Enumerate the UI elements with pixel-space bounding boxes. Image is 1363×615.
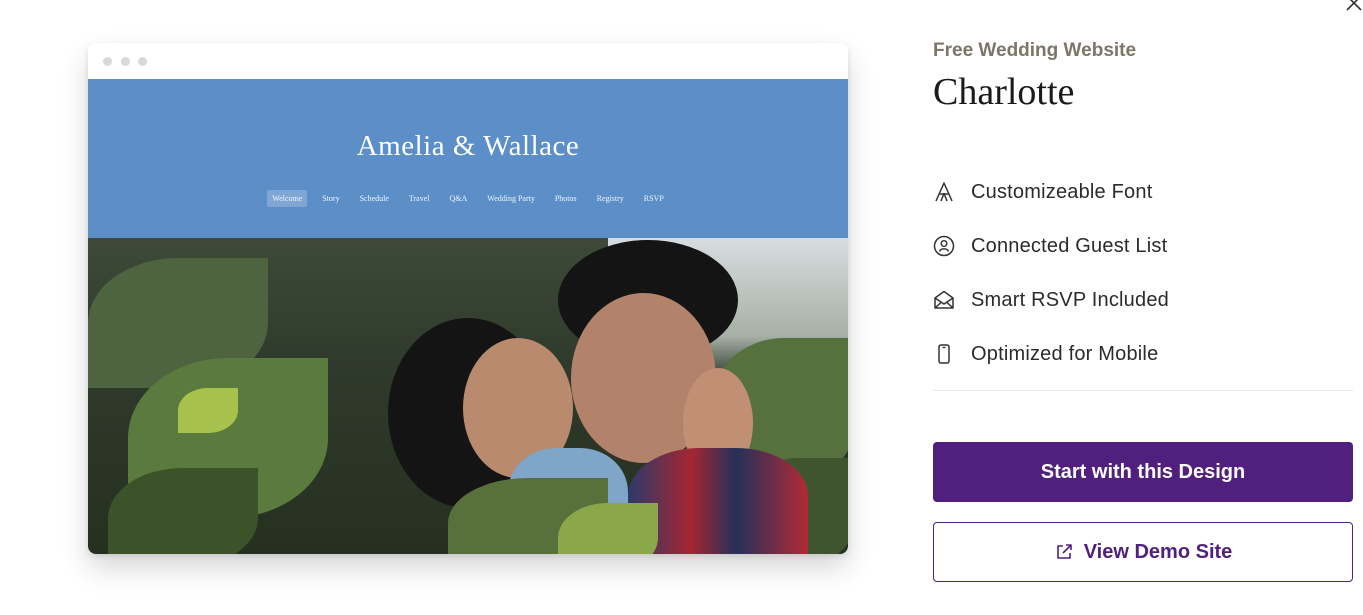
browser-bar bbox=[88, 43, 848, 79]
nav-item-story: Story bbox=[322, 194, 340, 203]
nav-item-qa: Q&A bbox=[449, 194, 468, 203]
site-nav: Welcome Story Schedule Travel Q&A Weddin… bbox=[88, 190, 848, 207]
external-link-icon bbox=[1054, 542, 1074, 562]
foliage bbox=[108, 468, 258, 554]
site-title: Amelia & Wallace bbox=[356, 130, 580, 162]
font-icon bbox=[933, 181, 955, 203]
feature-label: Optimized for Mobile bbox=[971, 342, 1159, 365]
feature-label: Connected Guest List bbox=[971, 234, 1168, 257]
nav-item-schedule: Schedule bbox=[359, 194, 389, 203]
view-demo-site-button[interactable]: View Demo Site bbox=[933, 522, 1353, 582]
feature-rsvp: Smart RSVP Included bbox=[933, 288, 1169, 312]
feature-mobile: Optimized for Mobile bbox=[933, 342, 1158, 366]
guest-list-icon bbox=[933, 235, 955, 257]
button-label: View Demo Site bbox=[1083, 540, 1233, 563]
nav-item-wedding-party: Wedding Party bbox=[487, 194, 535, 203]
button-label: Start with this Design bbox=[1040, 460, 1246, 483]
nav-item-photos: Photos bbox=[554, 194, 577, 203]
envelope-icon bbox=[933, 289, 955, 311]
close-button[interactable] bbox=[1345, 0, 1363, 12]
feature-guest-list: Connected Guest List bbox=[933, 234, 1167, 258]
feature-label: Smart RSVP Included bbox=[971, 288, 1169, 311]
mobile-icon bbox=[933, 343, 955, 365]
nav-item-registry: Registry bbox=[596, 194, 624, 203]
feature-font: Customizeable Font bbox=[933, 180, 1152, 204]
foliage bbox=[178, 388, 238, 433]
divider bbox=[933, 390, 1353, 391]
close-icon bbox=[1346, 0, 1362, 11]
window-dot bbox=[103, 57, 112, 66]
window-dot bbox=[121, 57, 130, 66]
feature-label: Customizeable Font bbox=[971, 180, 1153, 203]
nav-item-rsvp: RSVP bbox=[643, 194, 664, 203]
eyebrow-label: Free Wedding Website bbox=[933, 40, 1137, 61]
nav-item-travel: Travel bbox=[408, 194, 430, 203]
design-preview: Amelia & Wallace Welcome Story Schedule … bbox=[88, 43, 848, 554]
window-dot bbox=[138, 57, 147, 66]
site-header: Amelia & Wallace Welcome Story Schedule … bbox=[88, 79, 848, 238]
hero-photo bbox=[88, 238, 848, 554]
start-with-design-button[interactable]: Start with this Design bbox=[933, 442, 1353, 502]
design-name: Charlotte bbox=[933, 71, 1075, 113]
nav-item-welcome: Welcome bbox=[267, 190, 308, 207]
